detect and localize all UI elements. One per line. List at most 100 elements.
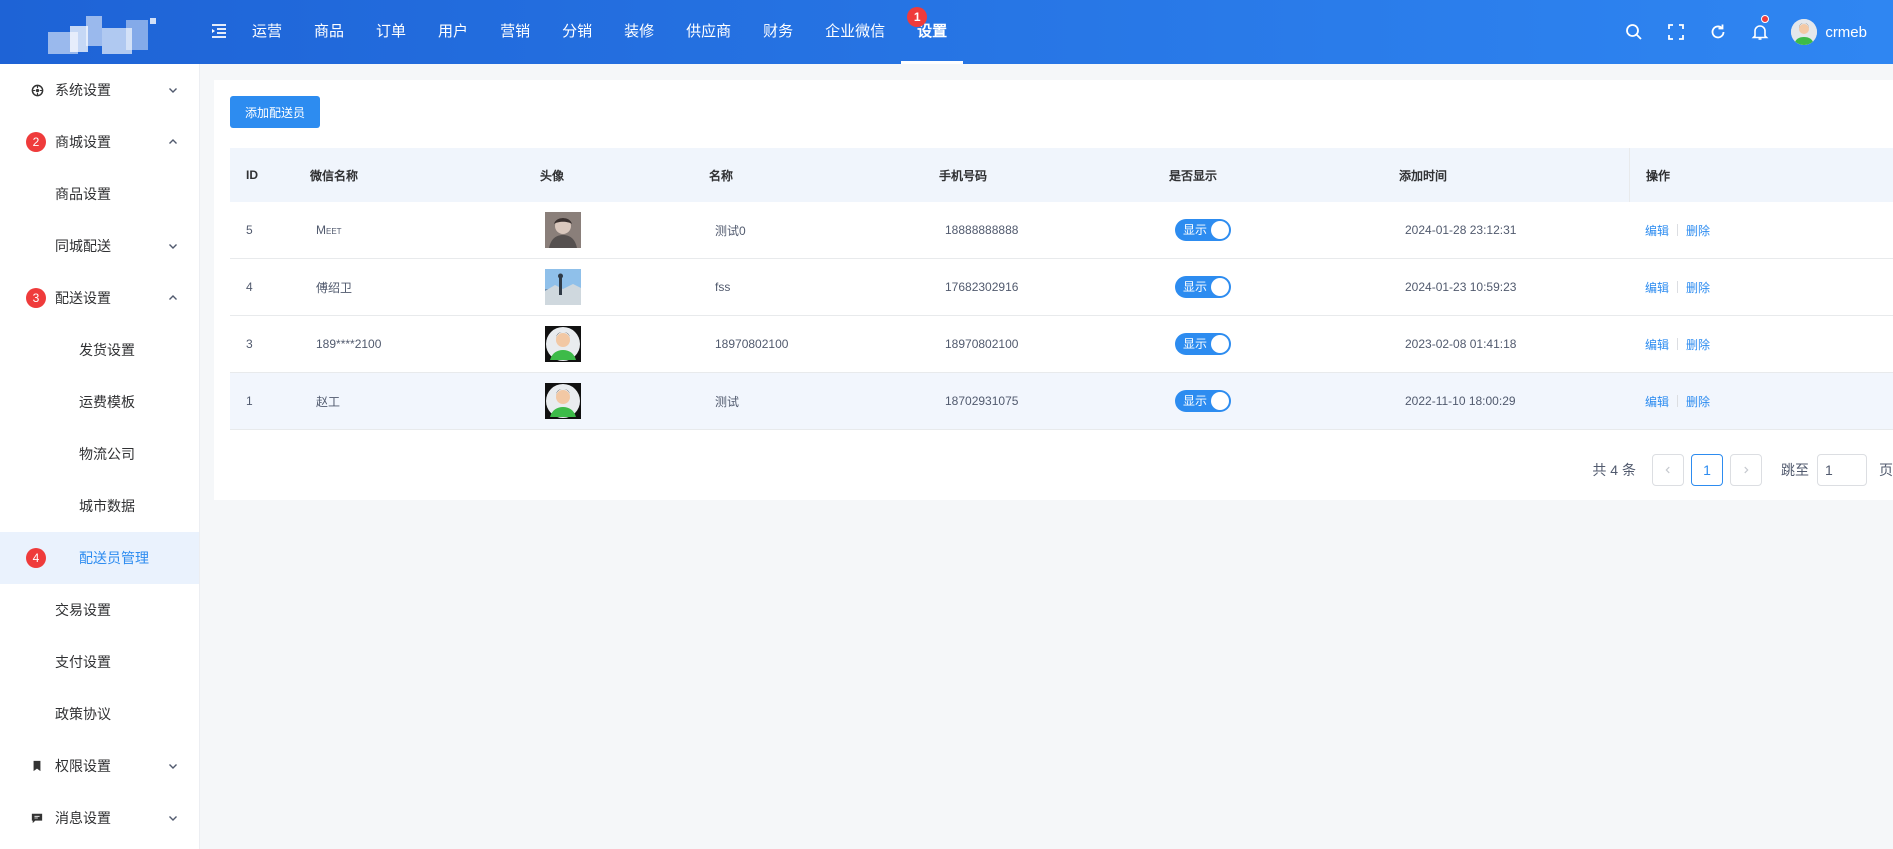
column-header-id: ID <box>246 168 258 182</box>
cell-added-time: 2023-02-08 01:41:18 <box>1405 337 1517 351</box>
sidebar-item-policy-agreements[interactable]: 政策协议 <box>0 688 199 740</box>
message-icon <box>30 811 44 825</box>
chevron-right-icon <box>1744 466 1749 474</box>
delete-link[interactable]: 删除 <box>1686 393 1710 410</box>
sidebar-item-message-settings[interactable]: 消息设置 <box>0 792 199 844</box>
edit-link[interactable]: 编辑 <box>1645 279 1669 296</box>
visible-toggle[interactable]: 显示 <box>1175 276 1231 298</box>
jump-page-input[interactable] <box>1817 454 1867 486</box>
sidebar-item-city-data[interactable]: 城市数据 <box>0 480 199 532</box>
column-header-added-time: 添加时间 <box>1399 168 1448 183</box>
cell-actions: 编辑 删除 <box>1629 373 1893 429</box>
chevron-down-icon <box>169 88 177 93</box>
nav-orders[interactable]: 订单 <box>360 0 422 64</box>
cell-phone: 18702931075 <box>945 394 1019 408</box>
courier-avatar-image[interactable] <box>545 326 581 362</box>
prev-page-button[interactable] <box>1652 454 1684 486</box>
bell-icon[interactable] <box>1739 0 1781 64</box>
sidebar-item-trade-settings[interactable]: 交易设置 <box>0 584 199 636</box>
cell-id: 3 <box>246 337 253 351</box>
sidebar-item-product-settings[interactable]: 商品设置 <box>0 168 199 220</box>
nav-suppliers[interactable]: 供应商 <box>670 0 747 64</box>
delete-link[interactable]: 删除 <box>1686 279 1710 296</box>
avatar <box>1791 19 1818 45</box>
chevron-left-icon <box>1665 466 1670 474</box>
refresh-icon[interactable] <box>1697 0 1739 64</box>
edit-link[interactable]: 编辑 <box>1645 336 1669 353</box>
nav-distribution[interactable]: 分销 <box>546 0 608 64</box>
top-bar: 运营 商品 订单 用户 营销 分销 装修 供应商 财务 企业微信 1 设置 cr… <box>0 0 1893 64</box>
sidebar-item-delivery-settings[interactable]: 3 配送设置 <box>0 272 199 324</box>
chevron-up-icon <box>169 139 177 144</box>
next-page-button[interactable] <box>1730 454 1762 486</box>
sidebar-item-permission-settings[interactable]: 权限设置 <box>0 740 199 792</box>
column-header-name: 名称 <box>709 168 734 183</box>
nav-settings[interactable]: 1 设置 <box>901 0 964 64</box>
fullscreen-icon[interactable] <box>1655 0 1697 64</box>
pagination: 共 4 条 1 跳至 页 <box>1592 454 1893 486</box>
cell-added-time: 2024-01-23 10:59:23 <box>1405 280 1517 294</box>
edit-link[interactable]: 编辑 <box>1645 222 1669 239</box>
courier-avatar-image[interactable] <box>545 269 581 305</box>
cell-id: 4 <box>246 280 253 294</box>
courier-avatar-image[interactable] <box>545 212 581 248</box>
cell-avatar <box>524 202 693 258</box>
cell-wechat-name: Meet <box>316 223 342 237</box>
top-nav: 运营 商品 订单 用户 营销 分销 装修 供应商 财务 企业微信 1 设置 <box>236 0 964 64</box>
sidebar-item-payment-settings[interactable]: 支付设置 <box>0 636 199 688</box>
chevron-up-icon <box>169 295 177 300</box>
jump-label: 跳至 <box>1781 462 1809 478</box>
nav-wecom[interactable]: 企业微信 <box>809 0 901 64</box>
add-courier-button[interactable]: 添加配送员 <box>230 96 321 128</box>
header-tools: crmeb <box>1613 0 1893 64</box>
delete-link[interactable]: 删除 <box>1686 222 1710 239</box>
sidebar-badge: 2 <box>26 132 46 152</box>
table-row: 3 189****2100 18970802100 18970802100 显示… <box>230 316 1893 373</box>
column-header-avatar: 头像 <box>540 168 565 183</box>
column-header-wechat-name: 微信名称 <box>310 168 359 183</box>
sidebar-item-freight-templates[interactable]: 运费模板 <box>0 376 199 428</box>
cell-name: 测试 <box>715 394 740 409</box>
delete-link[interactable]: 删除 <box>1686 336 1710 353</box>
column-header-phone: 手机号码 <box>939 168 988 183</box>
cell-id: 1 <box>246 394 253 408</box>
sidebar-item-mall-settings[interactable]: 2 商城设置 <box>0 116 199 168</box>
cell-avatar <box>524 373 693 429</box>
nav-finance[interactable]: 财务 <box>747 0 809 64</box>
menu-toggle-icon[interactable] <box>210 22 230 42</box>
user-menu[interactable]: crmeb <box>1781 0 1893 64</box>
visible-toggle[interactable]: 显示 <box>1175 219 1231 241</box>
cell-avatar <box>524 316 693 372</box>
visible-toggle[interactable]: 显示 <box>1175 390 1231 412</box>
sidebar-item-local-delivery[interactable]: 同城配送 <box>0 220 199 272</box>
sidebar-item-system-settings[interactable]: 系统设置 <box>0 64 199 116</box>
chevron-down-icon <box>169 244 177 249</box>
edit-link[interactable]: 编辑 <box>1645 393 1669 410</box>
cell-visible: 显示 <box>1153 202 1383 258</box>
nav-products[interactable]: 商品 <box>298 0 360 64</box>
column-header-visible: 是否显示 <box>1169 168 1218 183</box>
search-icon[interactable] <box>1613 0 1655 64</box>
page-button-current[interactable]: 1 <box>1691 454 1723 486</box>
user-name: crmeb <box>1825 23 1867 41</box>
cell-wechat-name: 189****2100 <box>316 337 382 351</box>
sidebar-item-shipping-settings[interactable]: 发货设置 <box>0 324 199 376</box>
cell-phone: 18888888888 <box>945 223 1019 237</box>
sidebar-badge: 3 <box>26 288 46 308</box>
nav-decoration[interactable]: 装修 <box>608 0 670 64</box>
nav-users[interactable]: 用户 <box>422 0 484 64</box>
table-header: ID 微信名称 头像 名称 手机号码 是否显示 添加时间 操作 <box>230 148 1893 202</box>
visible-toggle[interactable]: 显示 <box>1175 333 1231 355</box>
courier-avatar-image[interactable] <box>545 383 581 419</box>
cell-actions: 编辑 删除 <box>1629 202 1893 258</box>
sidebar-item-courier-management[interactable]: 4 配送员管理 <box>0 532 199 584</box>
cell-name: fss <box>715 280 731 294</box>
logo[interactable] <box>46 12 156 56</box>
chevron-down-icon <box>169 816 177 821</box>
nav-marketing[interactable]: 营销 <box>484 0 546 64</box>
gear-icon <box>30 83 44 97</box>
nav-operations[interactable]: 运营 <box>236 0 298 64</box>
notification-dot <box>1761 15 1770 23</box>
cell-avatar <box>524 259 693 315</box>
sidebar-item-logistics-companies[interactable]: 物流公司 <box>0 428 199 480</box>
